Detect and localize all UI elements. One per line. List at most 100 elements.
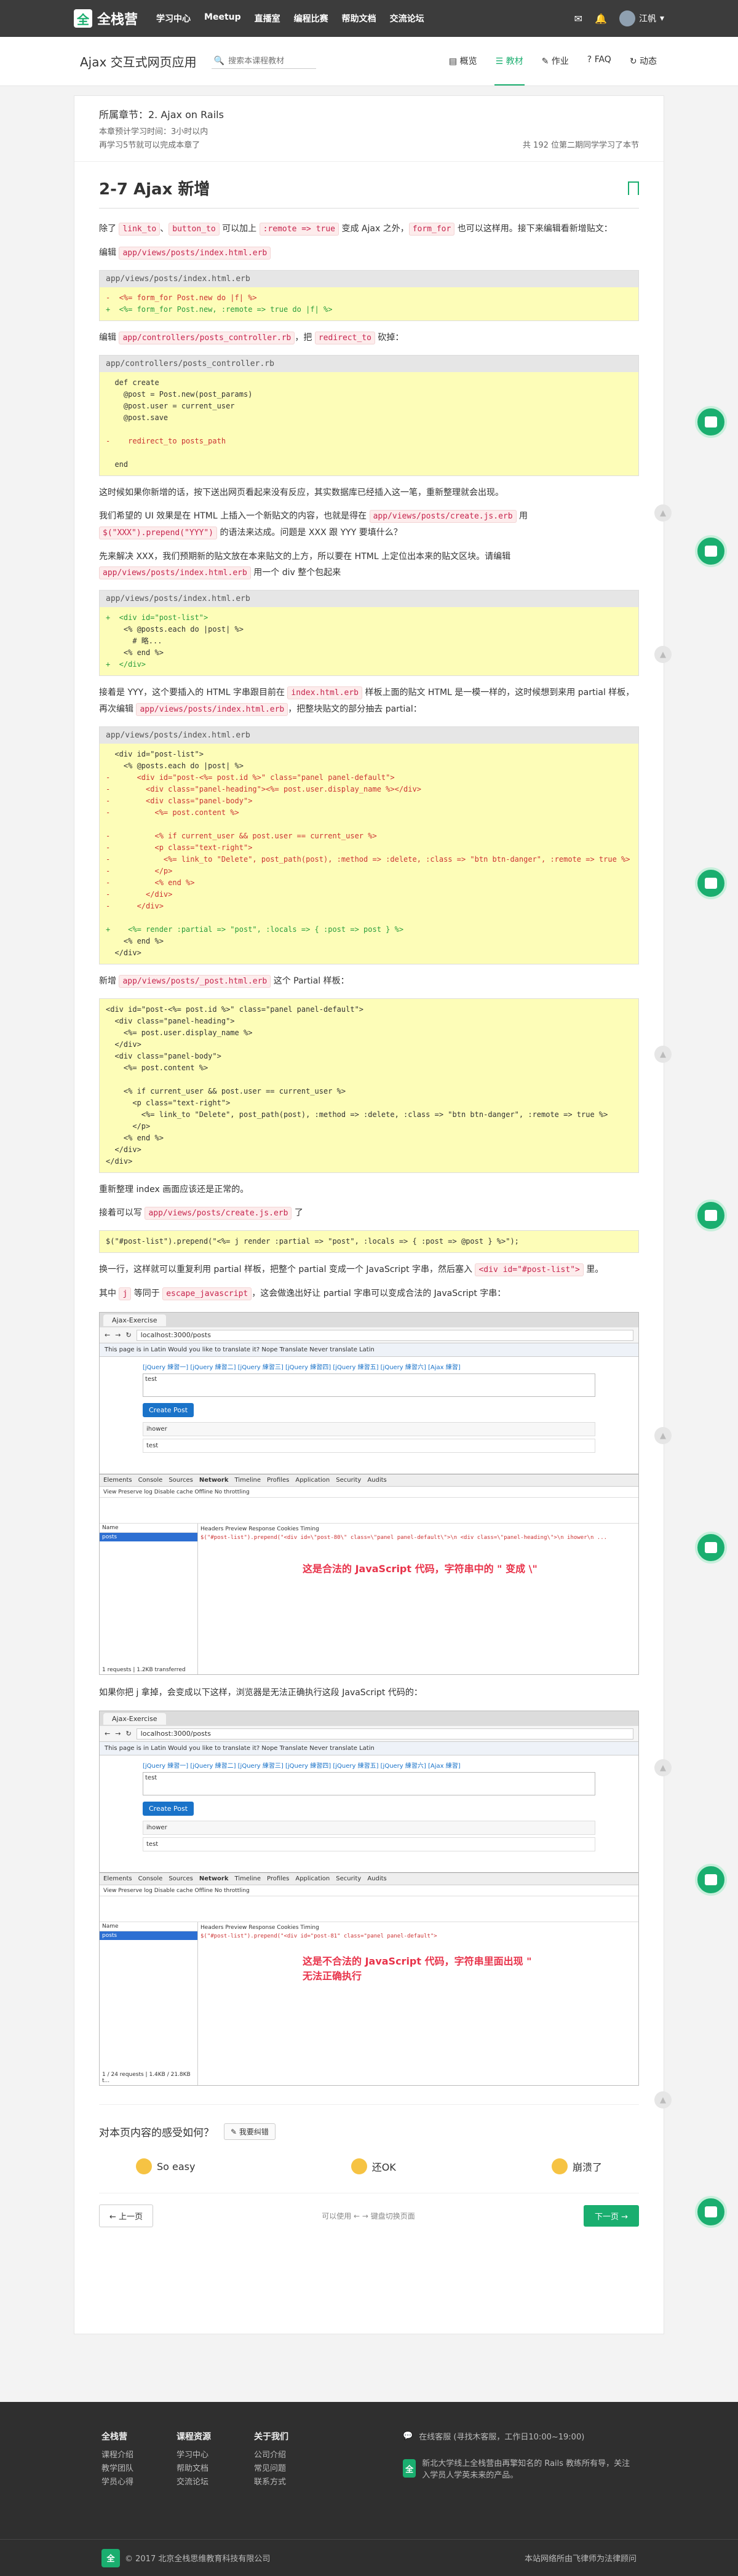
comment-button[interactable]: [695, 535, 727, 567]
feedback-ok[interactable]: 还OK: [351, 2158, 396, 2174]
bell-icon[interactable]: 🔔: [595, 13, 607, 25]
feedback-hard[interactable]: 崩溃了: [551, 2158, 602, 2174]
comment-button[interactable]: [695, 1199, 727, 1231]
footer-link[interactable]: 课程介绍: [101, 2449, 133, 2462]
comment-button[interactable]: [695, 1532, 727, 1564]
forward-icon: →: [115, 1730, 121, 1738]
footer-link[interactable]: 学习中心: [177, 2449, 211, 2462]
tab-activity[interactable]: ↻ 动态: [629, 38, 658, 85]
scroll-top-button[interactable]: ▲: [654, 504, 672, 522]
scroll-top-button[interactable]: ▲: [654, 1427, 672, 1444]
code-line: - <div class="panel-heading"><%= post.us…: [106, 785, 421, 793]
chapter-title: 所属章节：2. Ajax on Rails: [99, 109, 224, 121]
code-block-4: app/views/posts/index.html.erb <div id="…: [99, 726, 639, 964]
code-line: @post = Post.new(post_params): [106, 390, 253, 399]
translate-bar: This page is in Latin Would you like to …: [100, 1343, 638, 1357]
back-icon: ←: [105, 1730, 111, 1738]
footer-link[interactable]: 教学团队: [101, 2462, 133, 2476]
footer-bottom: 全 © 2017 北京全栈思维教育科技有限公司 本站网络所由飞律师为法律顾问: [0, 2539, 738, 2576]
scroll-top-button[interactable]: ▲: [654, 1759, 672, 1776]
code-line: <% @posts.each do |post| %>: [106, 761, 244, 770]
browser-screenshot-1: Ajax-Exercise ← → ↻ localhost:3000/posts Th…: [99, 1312, 639, 1675]
code-block-2: app/controllers/posts_controller.rb def …: [99, 355, 639, 476]
main-card: 所属章节：2. Ajax on Rails 本章预计学习时间：3小时以内 再学习…: [74, 95, 664, 2334]
prev-page-button[interactable]: ← 上一页: [99, 2204, 154, 2227]
code-line: - <%= post.content %>: [106, 808, 239, 817]
bookmark-icon[interactable]: [628, 181, 639, 195]
nav-link-forum[interactable]: 交流论坛: [390, 12, 424, 25]
para-2: 编辑 app/views/posts/index.html.erb: [99, 245, 639, 261]
footer-link[interactable]: 公司介绍: [254, 2449, 288, 2462]
feedback-easy[interactable]: So easy: [136, 2158, 195, 2174]
nav-right: ✉ 🔔 江帆 ▾: [574, 10, 664, 26]
footer-right: 💬 在线客服 (寻找木客服，工作日10:00~19:00) 全新北大学线上全栈营由…: [403, 2430, 637, 2495]
pager: ← 上一页 可以使用 ← → 键盘切换页面 下一页 →: [99, 2193, 639, 2238]
scroll-top-button[interactable]: ▲: [654, 1046, 672, 1063]
para-7: 接着是 YYY，这个要插入的 HTML 字串跟目前在 index.html.er…: [99, 685, 639, 718]
footer-link[interactable]: 联系方式: [254, 2476, 288, 2489]
code-line: $("#post-list").prepend("<%= j render :p…: [106, 1237, 519, 1246]
next-page-button[interactable]: 下一页 →: [583, 2205, 639, 2227]
footer-link[interactable]: 帮助文档: [177, 2462, 211, 2476]
code-body: <div id="post-list"> <% @posts.each do |…: [100, 744, 638, 964]
user-menu[interactable]: 江帆 ▾: [619, 10, 664, 26]
feedback-ok-label: 还OK: [371, 2161, 396, 2173]
devtools-timeline: [100, 1498, 638, 1524]
nav-link-learning[interactable]: 学习中心: [156, 12, 191, 25]
footer-link[interactable]: 常见问题: [254, 2462, 288, 2476]
devtools-toolbar: View Preserve log Disable cache Offline …: [100, 1885, 638, 1896]
reload-icon: ↻: [125, 1331, 132, 1339]
code-line: - </div>: [106, 902, 164, 910]
logo[interactable]: 全 全栈营: [74, 9, 138, 28]
devtools-toolbar: View Preserve log Disable cache Offline …: [100, 1487, 638, 1498]
comment-button[interactable]: [695, 867, 727, 899]
code-line: - </div>: [106, 890, 173, 899]
tab-materials[interactable]: ☰ 教材: [494, 38, 525, 85]
code-line: <% end %>: [106, 648, 164, 657]
scroll-top-button[interactable]: ▲: [654, 646, 672, 663]
footer-col-2: 课程资源 学习中心 帮助文档 交流论坛: [177, 2430, 211, 2495]
prev-page-label: 上一页: [119, 2212, 143, 2222]
footer-service[interactable]: 在线客服 (寻找木客服，工作日10:00~19:00): [419, 2430, 584, 2442]
nav-link-meetup[interactable]: Meetup: [204, 12, 241, 25]
tab-faq[interactable]: ? FAQ: [586, 38, 613, 85]
nav-link-help[interactable]: 帮助文档: [342, 12, 376, 25]
course-bar: Ajax 交互式网页应用 🔍 ▤ 概览 ☰ 教材 ✎ 作业 ? FAQ ↻ 动态: [0, 37, 738, 86]
code-line: + </div>: [106, 660, 146, 669]
comment-button[interactable]: [695, 1864, 727, 1896]
chat-icon: [705, 878, 717, 889]
nav-link-live[interactable]: 直播室: [255, 12, 280, 25]
mail-icon[interactable]: ✉: [574, 13, 582, 25]
chat-icon: [705, 416, 717, 427]
footer-link[interactable]: 交流论坛: [177, 2476, 211, 2489]
tab-homework-label: 作业: [551, 56, 569, 66]
tab-overview[interactable]: ▤ 概览: [448, 38, 478, 85]
brand-badge-icon: 全: [403, 2459, 416, 2478]
code-filename: app/views/posts/index.html.erb: [100, 590, 638, 607]
scroll-top-button[interactable]: ▲: [654, 2091, 672, 2109]
code-line: <% end %>: [106, 1134, 164, 1142]
url-bar: localhost:3000/posts: [136, 1329, 633, 1341]
para-13: 如果你把 j 拿掉，会变成以下这样，浏览器是无法正确执行这段 JavaScrip…: [99, 1688, 423, 1698]
footer: 全栈营 课程介绍 教学团队 学员心得 课程资源 学习中心 帮助文档 交流论坛 关…: [0, 2402, 738, 2576]
code-line: end: [106, 460, 129, 469]
code-line: <%= post.content %>: [106, 1063, 208, 1072]
app-create-button: Create Post: [143, 1802, 194, 1816]
code-line: - <%= form_for Post.new do |f| %>: [106, 293, 257, 302]
footer-link[interactable]: 学员心得: [101, 2476, 133, 2489]
comment-button[interactable]: [695, 406, 727, 438]
tab-homework[interactable]: ✎ 作业: [541, 38, 570, 85]
chat-bubble-icon: 💬: [403, 2431, 413, 2441]
annotation-valid: 这是合法的 JavaScript 代码，字符串中的 " 变成 \": [303, 1563, 538, 1575]
footer-slogan: 新北大学线上全栈营由再擎知名的 Rails 教练所有导，关注入学员人学英未来的产…: [422, 2459, 630, 2480]
report-error-button[interactable]: ✎ 我要纠错: [224, 2123, 276, 2140]
user-name: 江帆: [638, 14, 656, 24]
nav-link-contest[interactable]: 编程比赛: [294, 12, 328, 25]
code-line: <%= link_to "Delete", post_path(post), :…: [106, 1110, 608, 1119]
comment-button[interactable]: [695, 2196, 727, 2228]
para-8: 新增 app/views/posts/_post.html.erb 这个 Par…: [99, 973, 639, 990]
para-9: 重新整理 index 画面应该还是正常的。: [99, 1185, 249, 1195]
search-input[interactable]: [228, 56, 315, 66]
app-post-body: test: [143, 1439, 595, 1453]
